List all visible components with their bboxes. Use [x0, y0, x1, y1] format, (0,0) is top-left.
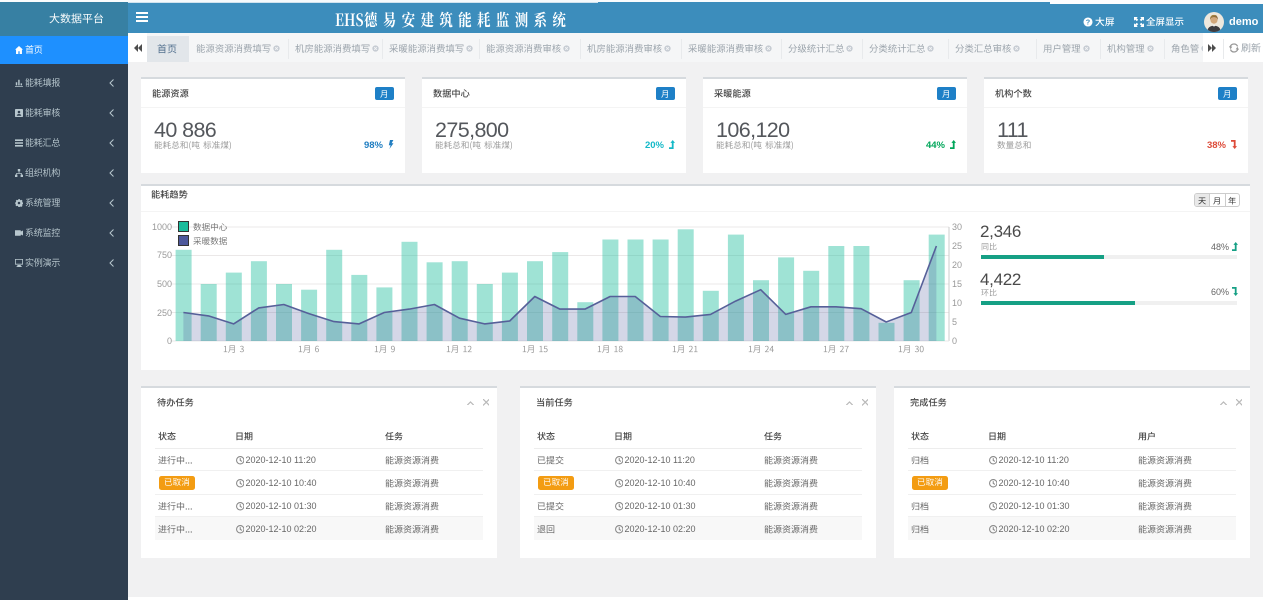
svg-text:?: ? [1086, 17, 1091, 26]
